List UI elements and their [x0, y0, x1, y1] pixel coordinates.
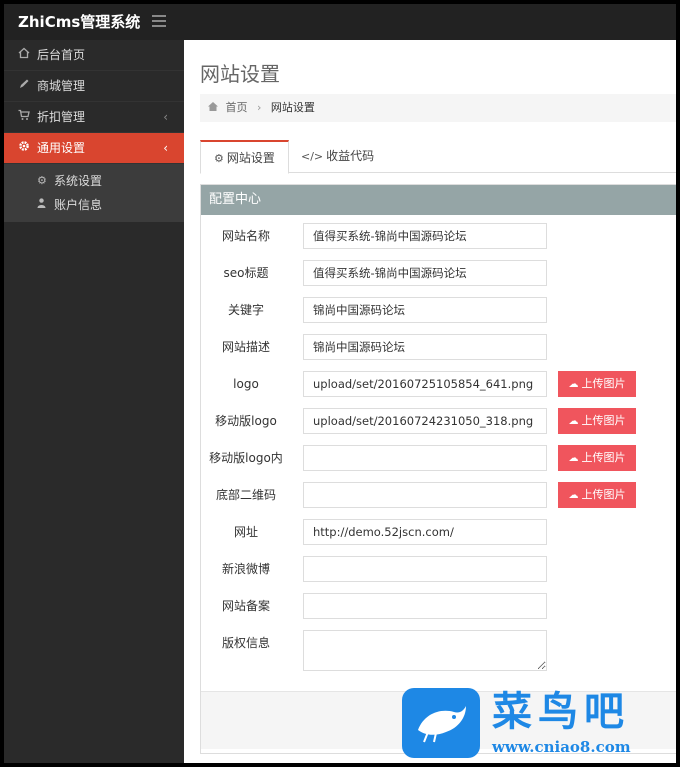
sidebar: 后台首页 商城管理 折扣管理 ‹ 通用设置 ‹ ⚙ 系统设置 账户信息 [4, 40, 184, 763]
sidebar-subitem-label: 系统设置 [54, 174, 103, 188]
field-label: 版权信息 [221, 636, 270, 650]
form-row-icp: 网站备案 [201, 593, 676, 621]
keywords-input[interactable] [303, 297, 547, 323]
tab-label: 网站设置 [226, 151, 275, 165]
breadcrumb: 首页 › 网站设置 [200, 94, 676, 122]
form-row-logo: logo ☁上传图片 [201, 371, 676, 399]
cloud-upload-icon: ☁ [568, 379, 579, 390]
description-input[interactable] [303, 334, 547, 360]
home-icon [18, 40, 30, 71]
form-row-mobile-logo: 移动版logo ☁上传图片 [201, 408, 676, 436]
field-label: logo [233, 377, 259, 391]
field-label: 底部二维码 [215, 488, 276, 502]
form-row-footer-qrcode: 底部二维码 ☁ 上传图片 [201, 482, 676, 510]
sidebar-item-label: 商城管理 [37, 79, 86, 93]
chevron-left-icon: ‹ [163, 110, 168, 124]
sidebar-item-settings[interactable]: 通用设置 ‹ [4, 133, 184, 164]
seo-title-input[interactable] [303, 260, 547, 286]
cloud-upload-icon: ☁ [568, 490, 579, 501]
sidebar-item-label: 折扣管理 [37, 110, 86, 124]
weibo-input[interactable] [303, 556, 547, 582]
config-panel: 配置中心 网站名称 seo标题 关键字 网站描述 logo ☁上传图片 [200, 184, 676, 754]
upload-qrcode-button[interactable]: ☁ 上传图片 [558, 482, 636, 508]
breadcrumb-separator: › [257, 101, 262, 114]
field-label: 新浪微博 [221, 562, 270, 576]
site-name-input[interactable] [303, 223, 547, 249]
breadcrumb-current: 网站设置 [270, 101, 315, 114]
app-title: ZhiCms管理系统 [18, 13, 141, 31]
upload-logo-button[interactable]: ☁ 上传图片 [558, 371, 636, 397]
cloud-upload-icon: ☁ [568, 453, 579, 464]
chevron-left-icon: ‹ [163, 141, 168, 155]
menu-toggle-icon[interactable] [152, 15, 166, 27]
app-window: ZhiCms管理系统 后台首页 商城管理 折扣管理 ‹ 通用设置 ‹ ⚙ 系统设… [4, 4, 676, 763]
watermark-url: www.cniao8.com [492, 738, 631, 756]
form-row-mobile-logo-inner: 移动版logo内 ☁ 上传图片 [201, 445, 676, 473]
tab-bar: ⚙ 网站设置 </> 收益代码 [200, 140, 676, 174]
form-row-url: 网址 [201, 519, 676, 547]
logo-input[interactable] [303, 371, 547, 397]
sidebar-item-dashboard[interactable]: 后台首页 [4, 40, 184, 71]
bird-logo-icon [402, 688, 480, 758]
user-icon [37, 193, 46, 217]
sidebar-subitem-system-settings[interactable]: ⚙ 系统设置 [4, 169, 184, 193]
form-row-seo-title: seo标题 [201, 260, 676, 288]
field-label: 关键字 [227, 303, 264, 317]
sidebar-item-label: 后台首页 [37, 48, 86, 62]
sidebar-item-discount[interactable]: 折扣管理 ‹ [4, 102, 184, 133]
tab-site-settings[interactable]: ⚙ 网站设置 [200, 140, 289, 174]
field-label: 移动版logo内 [209, 451, 283, 465]
gear-icon [18, 133, 30, 164]
field-label: 网站备案 [221, 599, 270, 613]
field-label: 网址 [233, 525, 258, 539]
gears-icon: ⚙ [37, 174, 47, 187]
code-icon: </> [301, 150, 324, 163]
breadcrumb-home-link[interactable]: 首页 [226, 101, 248, 114]
field-label: 网站描述 [221, 340, 270, 354]
mobile-logo-inner-input[interactable] [303, 445, 547, 471]
tab-revenue-code[interactable]: </> 收益代码 [288, 140, 387, 173]
watermark: 菜鸟吧 www.cniao8.com [402, 688, 672, 760]
upload-button-label: 上传图片 [581, 451, 626, 464]
site-url-input[interactable] [303, 519, 547, 545]
gears-icon: ⚙ [214, 152, 224, 165]
copyright-textarea[interactable] [303, 630, 547, 671]
sidebar-item-mall[interactable]: 商城管理 [4, 71, 184, 102]
cloud-upload-icon: ☁ [568, 416, 579, 427]
icp-input[interactable] [303, 593, 547, 619]
panel-heading: 配置中心 [201, 185, 676, 215]
upload-button-label: 上传图片 [581, 414, 626, 427]
field-label: 移动版logo [215, 414, 277, 428]
form-row-weibo: 新浪微博 [201, 556, 676, 584]
pencil-icon [18, 71, 30, 102]
field-label: 网站名称 [221, 229, 270, 243]
sidebar-submenu: ⚙ 系统设置 账户信息 [4, 164, 184, 222]
sidebar-subitem-label: 账户信息 [54, 198, 103, 212]
upload-mobile-logo-button[interactable]: ☁ 上传图片 [558, 408, 636, 434]
upload-mobile-logo-inner-button[interactable]: ☁ 上传图片 [558, 445, 636, 471]
watermark-name: 菜鸟吧 [492, 688, 630, 735]
field-label: seo标题 [223, 266, 269, 280]
main-content: 网站设置 首页 › 网站设置 ⚙网站设置 </>收益代码 配置中心 网站名称 [184, 40, 676, 763]
form-row-site-name: 网站名称 [201, 223, 676, 251]
upload-button-label: 上传图片 [581, 488, 626, 501]
upload-button-label: 上传图片 [581, 377, 626, 390]
form-row-description: 网站描述 [201, 334, 676, 362]
form-row-copyright: 版权信息 [201, 630, 676, 674]
cart-icon [18, 102, 30, 133]
sidebar-item-label: 通用设置 [37, 141, 86, 155]
tab-label: 收益代码 [326, 149, 375, 163]
home-icon [208, 101, 222, 114]
footer-qrcode-input[interactable] [303, 482, 547, 508]
mobile-logo-input[interactable] [303, 408, 547, 434]
sidebar-subitem-account-info[interactable]: 账户信息 [4, 193, 184, 217]
top-bar: ZhiCms管理系统 [4, 4, 676, 40]
page-title: 网站设置 [200, 62, 280, 86]
form-row-keywords: 关键字 [201, 297, 676, 325]
